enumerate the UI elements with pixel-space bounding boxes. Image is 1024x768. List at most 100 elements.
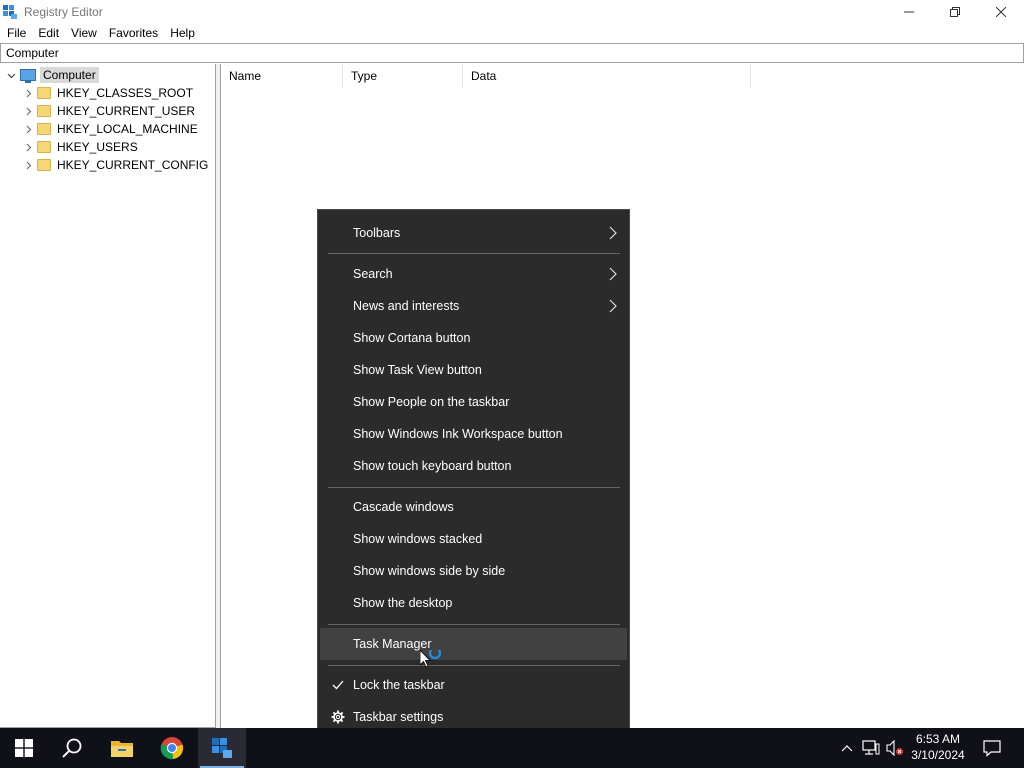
tree-item-label: HKEY_LOCAL_MACHINE bbox=[57, 122, 198, 136]
search-icon bbox=[62, 738, 82, 758]
menu-item-show-task-view[interactable]: Show Task View button bbox=[320, 354, 627, 386]
chrome-icon bbox=[160, 737, 184, 760]
menu-item-label: Show windows side by side bbox=[353, 564, 506, 578]
tree-item-label: HKEY_CURRENT_USER bbox=[57, 104, 196, 118]
tree-item-label: HKEY_USERS bbox=[57, 140, 138, 154]
menu-separator bbox=[328, 487, 620, 488]
menu-item-label: Show touch keyboard button bbox=[353, 459, 512, 473]
column-header-name[interactable]: Name bbox=[221, 64, 343, 88]
action-center-button[interactable] bbox=[978, 728, 1006, 768]
registry-editor-icon bbox=[212, 738, 232, 758]
taskbar-search-button[interactable] bbox=[48, 728, 96, 768]
folder-icon bbox=[37, 123, 51, 135]
menu-item-show-cortana[interactable]: Show Cortana button bbox=[320, 322, 627, 354]
taskbar-clock[interactable]: 6:53 AM 3/10/2024 bbox=[904, 731, 972, 765]
tree-item-label: HKEY_CLASSES_ROOT bbox=[57, 86, 194, 100]
network-icon bbox=[862, 740, 880, 755]
volume-button[interactable] bbox=[884, 728, 906, 768]
folder-icon bbox=[37, 159, 51, 171]
menu-favorites[interactable]: Favorites bbox=[103, 23, 164, 43]
menu-item-label: News and interests bbox=[353, 299, 460, 313]
tree-item-hkey-users[interactable]: HKEY_USERS bbox=[21, 138, 138, 156]
volume-muted-icon bbox=[886, 740, 903, 756]
restore-button[interactable] bbox=[932, 0, 978, 23]
taskbar-registry-editor[interactable] bbox=[198, 728, 246, 768]
chevron-right-icon bbox=[609, 226, 617, 243]
tree-item-hkey-current-user[interactable]: HKEY_CURRENT_USER bbox=[21, 102, 195, 120]
taskbar-chrome[interactable] bbox=[148, 728, 196, 768]
menu-item-show-desktop[interactable]: Show the desktop bbox=[320, 587, 627, 619]
menu-item-label: Lock the taskbar bbox=[353, 678, 445, 692]
chevron-down-icon[interactable] bbox=[4, 66, 18, 84]
tree-root-computer[interactable]: Computer bbox=[4, 66, 99, 84]
menu-item-label: Task Manager bbox=[353, 637, 432, 651]
restore-icon bbox=[950, 6, 960, 17]
tree-item-hkey-local-machine[interactable]: HKEY_LOCAL_MACHINE bbox=[21, 120, 198, 138]
registry-editor-icon bbox=[2, 4, 18, 20]
notification-icon bbox=[983, 740, 1001, 757]
tree-item-label: HKEY_CURRENT_CONFIG bbox=[57, 158, 209, 172]
menu-item-cascade-windows[interactable]: Cascade windows bbox=[320, 491, 627, 523]
menu-item-lock-taskbar[interactable]: Lock the taskbar bbox=[320, 669, 627, 701]
start-button[interactable] bbox=[0, 728, 48, 768]
tree-item-hkey-current-config[interactable]: HKEY_CURRENT_CONFIG bbox=[21, 156, 208, 174]
menu-item-toolbars[interactable]: Toolbars bbox=[320, 217, 627, 249]
show-hidden-icons-button[interactable] bbox=[836, 728, 858, 768]
menu-separator bbox=[328, 665, 620, 666]
taskbar-file-explorer[interactable] bbox=[98, 728, 146, 768]
chevron-right-icon[interactable] bbox=[21, 84, 35, 102]
clock-time: 6:53 AM bbox=[915, 732, 961, 746]
minimize-button[interactable] bbox=[886, 0, 932, 23]
taskbar-context-menu: Toolbars Search News and interests Show … bbox=[317, 209, 630, 741]
menu-separator bbox=[328, 624, 620, 625]
file-explorer-icon bbox=[111, 741, 133, 757]
column-header-data[interactable]: Data bbox=[463, 64, 751, 88]
menu-separator bbox=[328, 253, 620, 254]
tree-item-label: Computer bbox=[40, 67, 99, 83]
address-bar[interactable]: Computer bbox=[0, 43, 1024, 63]
menu-item-label: Show the desktop bbox=[353, 596, 453, 610]
menu-file[interactable]: File bbox=[1, 23, 32, 43]
column-header-type[interactable]: Type bbox=[343, 64, 463, 88]
menu-item-label: Taskbar settings bbox=[353, 710, 444, 724]
taskbar: 6:53 AM 3/10/2024 bbox=[0, 728, 1024, 768]
address-path: Computer bbox=[6, 46, 59, 60]
menu-view[interactable]: View bbox=[65, 23, 103, 43]
column-headers: Name Type Data bbox=[221, 64, 1024, 88]
computer-icon bbox=[20, 69, 36, 83]
chevron-right-icon[interactable] bbox=[21, 138, 35, 156]
title-bar: Registry Editor bbox=[0, 0, 1024, 23]
menu-item-task-manager[interactable]: Task Manager bbox=[320, 628, 627, 660]
folder-icon bbox=[37, 87, 51, 99]
chevron-right-icon bbox=[609, 299, 617, 316]
chevron-right-icon[interactable] bbox=[21, 156, 35, 174]
network-status-button[interactable] bbox=[860, 728, 882, 768]
menu-item-windows-side-by-side[interactable]: Show windows side by side bbox=[320, 555, 627, 587]
menu-item-label: Show People on the taskbar bbox=[353, 395, 510, 409]
menu-item-windows-stacked[interactable]: Show windows stacked bbox=[320, 523, 627, 555]
clock-date: 3/10/2024 bbox=[911, 748, 965, 762]
menu-item-show-touch-keyboard[interactable]: Show touch keyboard button bbox=[320, 450, 627, 482]
tree-item-hkey-classes-root[interactable]: HKEY_CLASSES_ROOT bbox=[21, 84, 193, 102]
minimize-icon bbox=[904, 11, 914, 12]
chevron-right-icon[interactable] bbox=[21, 102, 35, 120]
menu-bar: File Edit View Favorites Help bbox=[0, 23, 1024, 43]
menu-item-show-ink-workspace[interactable]: Show Windows Ink Workspace button bbox=[320, 418, 627, 450]
key-tree: Computer HKEY_CLASSES_ROOT HKEY_CURRENT_… bbox=[0, 64, 216, 728]
menu-item-search[interactable]: Search bbox=[320, 258, 627, 290]
menu-edit[interactable]: Edit bbox=[32, 23, 65, 43]
gear-icon bbox=[330, 709, 346, 725]
menu-item-label: Toolbars bbox=[353, 226, 401, 240]
checkmark-icon bbox=[330, 677, 346, 693]
close-button[interactable] bbox=[978, 0, 1024, 23]
menu-help[interactable]: Help bbox=[164, 23, 201, 43]
chevron-right-icon bbox=[609, 267, 617, 284]
menu-item-label: Show Cortana button bbox=[353, 331, 471, 345]
chevron-up-icon bbox=[841, 745, 853, 752]
chevron-right-icon[interactable] bbox=[21, 120, 35, 138]
menu-item-show-people[interactable]: Show People on the taskbar bbox=[320, 386, 627, 418]
close-icon bbox=[996, 6, 1006, 17]
menu-item-label: Show windows stacked bbox=[353, 532, 483, 546]
menu-item-label: Cascade windows bbox=[353, 500, 454, 514]
menu-item-news-and-interests[interactable]: News and interests bbox=[320, 290, 627, 322]
